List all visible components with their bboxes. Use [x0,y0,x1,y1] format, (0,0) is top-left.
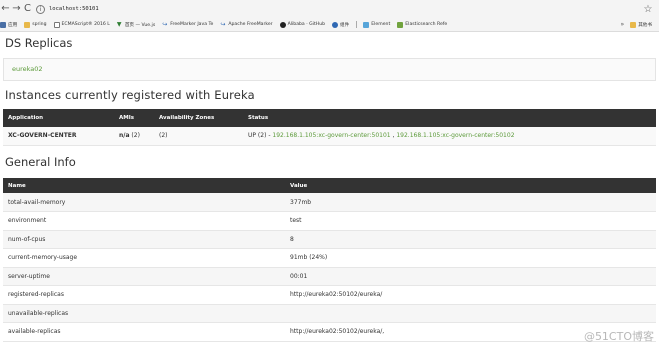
url-text[interactable]: localhost:50101 [49,6,99,12]
status-text: UP (2) - [248,132,273,140]
info-name: available-replicas [3,322,285,342]
freemarker-icon: ↪ [162,20,168,28]
replica-list: eureka02 [3,58,656,81]
info-icon[interactable]: i [36,4,45,14]
table-row: server-uptime 00:01 [3,267,656,286]
info-value: 8 [285,230,656,249]
apps-icon [0,21,6,28]
table-row: num-of-cpus 8 [3,230,656,249]
bookmark-label: 组件 [340,22,350,28]
bookmark-label: Alibaba · GitHub [287,22,326,27]
bookmark-separator [356,21,358,28]
info-name: registered-replicas [3,285,285,305]
bookmark-spring[interactable]: spring [24,21,47,28]
amis-cell: n/a (2) [114,127,154,146]
info-value: 377mb [285,193,656,212]
table-header-row: Application AMIs Availability Zones Stat… [3,109,656,127]
info-value [285,304,656,323]
other-bookmarks[interactable]: 其他书 [630,21,652,28]
info-name: total-avail-memory [3,193,285,212]
table-row: available-replicas http://eureka02:50102/… [3,322,656,342]
info-name: current-memory-usage [3,248,285,268]
bookmark-elasticsearch[interactable]: Elasticsearch Refe [397,21,448,28]
info-name: server-uptime [3,267,285,286]
bookmark-label: Apache FreeMarker [228,22,273,27]
bookmark-vue[interactable]: ▼ 首页 — Vue.js [116,20,156,28]
info-value: 00:01 [285,267,656,286]
instances-heading: Instances currently registered with Eure… [5,88,255,102]
info-name: environment [3,211,285,231]
elasticsearch-icon [397,21,404,28]
bookmark-label: Element [371,22,391,27]
bookmark-github[interactable]: Alibaba · GitHub [279,21,326,28]
forward-icon[interactable]: → [11,2,22,16]
bookmark-label: 首页 — Vue.js [124,22,156,28]
watermark: @51CTO博客 [583,330,654,343]
column-header: Name [3,178,285,193]
bookmark-star-icon[interactable]: ☆ [641,4,655,15]
column-header: Value [285,178,656,193]
amis-count: (2) [129,132,140,140]
general-info-heading: General Info [5,155,76,169]
bookmarks-overflow: » 其他书 [621,21,659,28]
instance-link[interactable]: 192.168.1.105:xc-govern-center:50102 [396,132,514,139]
instance-link[interactable]: 192.168.1.105:xc-govern-center:50101 [272,132,390,139]
globe-icon [332,21,339,28]
table-row: environment test [3,211,656,231]
instances-table: Application AMIs Availability Zones Stat… [3,109,656,146]
info-value: 91mb (24%) [285,248,656,268]
zones-cell: (2) [154,127,243,146]
bookmark-label: ECMAScript® 2016 L [61,22,110,27]
address-bar[interactable]: i localhost:50101 [36,2,641,16]
bookmark-label: Elasticsearch Refe [405,22,448,27]
element-icon [363,21,370,28]
bookmark-freemarker-java[interactable]: ↪ FreeMarker Java Te [162,20,214,28]
bookmark-label: FreeMarker Java Te [170,22,214,27]
more-bookmarks-button[interactable]: » [621,21,625,28]
back-icon[interactable]: ← [0,2,11,16]
bookmark-components[interactable]: 组件 [332,21,350,28]
freemarker-icon: ↪ [220,20,226,28]
bookmark-element[interactable]: Element [363,21,391,28]
table-row: current-memory-usage 91mb (24%) [3,248,656,268]
bookmark-apps[interactable]: 应用 [0,21,18,28]
info-value: test [285,211,656,231]
vue-logo-icon: ▼ [116,20,122,28]
bookmark-label: spring [32,22,47,27]
ds-replicas-heading: DS Replicas [5,36,73,50]
bookmark-label: 应用 [8,22,18,28]
amis-value: n/a [119,132,130,140]
replica-link[interactable]: eureka02 [12,65,43,73]
table-row: unavailable-replicas [3,304,656,323]
browser-toolbar: ← → C i localhost:50101 ☆ [0,0,659,18]
info-value: http://eureka02:50102/eureka/ [285,285,656,305]
general-info-table: Name Value total-avail-memory 377mb envir… [3,178,656,342]
status-cell: UP (2) - 192.168.1.105:xc-govern-center:… [243,127,656,146]
table-row: XC-GOVERN-CENTER n/a (2) (2) UP (2) - 19… [3,127,656,146]
table-row: registered-replicas http://eureka02:50102… [3,285,656,305]
column-header: Availability Zones [154,109,243,127]
table-header-row: Name Value [3,178,656,193]
github-icon [279,21,286,28]
bookmark-apache-freemarker[interactable]: ↪ Apache FreeMarker [220,20,273,28]
folder-icon [630,21,637,28]
table-row: total-avail-memory 377mb [3,193,656,212]
bookmark-label: 其他书 [638,22,652,28]
column-header: Status [243,109,656,127]
document-icon [53,21,60,28]
column-header: AMIs [114,109,154,127]
bookmarks-bar: 应用 spring ECMAScript® 2016 L ▼ 首页 — Vue.j… [0,18,659,32]
folder-icon [24,21,31,28]
info-name: num-of-cpus [3,230,285,249]
info-name: unavailable-replicas [3,304,285,323]
reload-icon[interactable]: C [22,2,33,16]
application-cell: XC-GOVERN-CENTER [3,127,114,146]
column-header: Application [3,109,114,127]
bookmark-ecmascript[interactable]: ECMAScript® 2016 L [53,21,110,28]
